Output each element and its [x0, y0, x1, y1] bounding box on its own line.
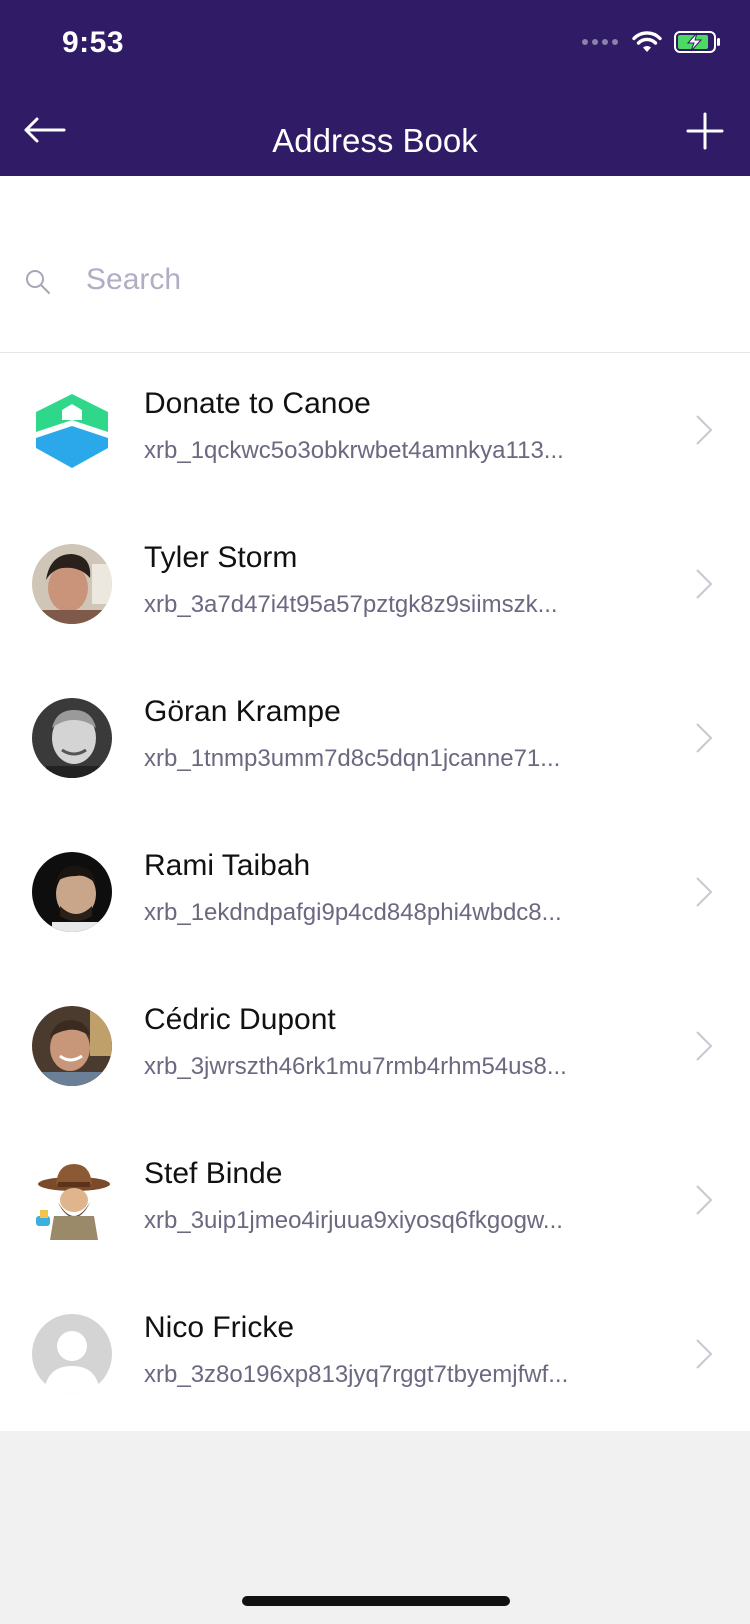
app-header: 9:53 Address Book	[0, 0, 750, 176]
status-indicators	[582, 30, 722, 54]
cartoon-avatar	[36, 1164, 110, 1240]
contact-row[interactable]: Nico Fricke xrb_3z8o196xp813jyq7rggt7tby…	[0, 1277, 750, 1431]
contact-name: Donate to Canoe	[144, 387, 371, 420]
home-indicator[interactable]	[242, 1596, 510, 1606]
search-bar	[0, 176, 750, 353]
contact-row[interactable]: Tyler Storm xrb_3a7d47i4t95a57pztgk8z9si…	[0, 507, 750, 661]
contact-address: xrb_3z8o196xp813jyq7rggt7tbyemjfwf...	[144, 1361, 569, 1388]
contact-address: xrb_3jwrszth46rk1mu7rmb4rhm54us8...	[144, 1053, 567, 1080]
canoe-logo-icon	[36, 394, 108, 468]
contact-name: Rami Taibah	[144, 849, 311, 882]
contact-row[interactable]: Rami Taibah xrb_1ekdndpafgi9p4cd848phi4w…	[0, 815, 750, 969]
default-avatar-icon	[32, 1314, 112, 1394]
chevron-right-icon	[696, 877, 713, 907]
page-title: Address Book	[272, 122, 478, 159]
contact-address: xrb_1ekdndpafgi9p4cd848phi4wbdc8...	[144, 899, 562, 926]
contact-row[interactable]: Cédric Dupont xrb_3jwrszth46rk1mu7rmb4rh…	[0, 969, 750, 1123]
avatar	[32, 852, 112, 932]
contact-name: Cédric Dupont	[144, 1003, 336, 1036]
search-icon	[26, 270, 50, 294]
chevron-right-icon	[696, 723, 713, 753]
contact-name: Tyler Storm	[144, 541, 298, 574]
chevron-right-icon	[696, 1031, 713, 1061]
contact-name: Göran Krampe	[144, 695, 341, 728]
status-time: 9:53	[62, 26, 125, 59]
cellular-signal-icon	[582, 39, 618, 45]
chevron-right-icon	[696, 569, 713, 599]
add-contact-button[interactable]	[682, 108, 728, 154]
chevron-right-icon	[696, 1339, 713, 1369]
contact-address: xrb_1tnmp3umm7d8c5dqn1jcanne71...	[144, 745, 561, 772]
chevron-right-icon	[696, 1185, 713, 1215]
avatar	[32, 544, 112, 624]
avatar	[32, 698, 112, 778]
contact-address: xrb_1qckwc5o3obkrwbet4amnkya113...	[144, 437, 564, 464]
contact-name: Stef Binde	[144, 1157, 283, 1190]
contact-list: Donate to Canoe xrb_1qckwc5o3obkrwbet4am…	[0, 353, 750, 1431]
chevron-right-icon	[696, 415, 713, 445]
avatar	[32, 1314, 112, 1394]
contact-address: xrb_3a7d47i4t95a57pztgk8z9siimszk...	[144, 591, 558, 618]
avatar	[32, 1006, 112, 1086]
contact-row[interactable]: Stef Binde xrb_3uip1jmeo4irjuua9xiyosq6f…	[0, 1123, 750, 1277]
battery-charging-icon	[674, 31, 720, 53]
search-input[interactable]	[84, 256, 688, 304]
avatar	[32, 390, 112, 470]
avatar	[32, 1160, 112, 1240]
contact-row[interactable]: Göran Krampe xrb_1tnmp3umm7d8c5dqn1jcann…	[0, 661, 750, 815]
contact-name: Nico Fricke	[144, 1311, 295, 1344]
wifi-icon	[632, 31, 662, 52]
contact-row[interactable]: Donate to Canoe xrb_1qckwc5o3obkrwbet4am…	[0, 353, 750, 507]
contact-address: xrb_3uip1jmeo4irjuua9xiyosq6fkgogw...	[144, 1207, 563, 1234]
